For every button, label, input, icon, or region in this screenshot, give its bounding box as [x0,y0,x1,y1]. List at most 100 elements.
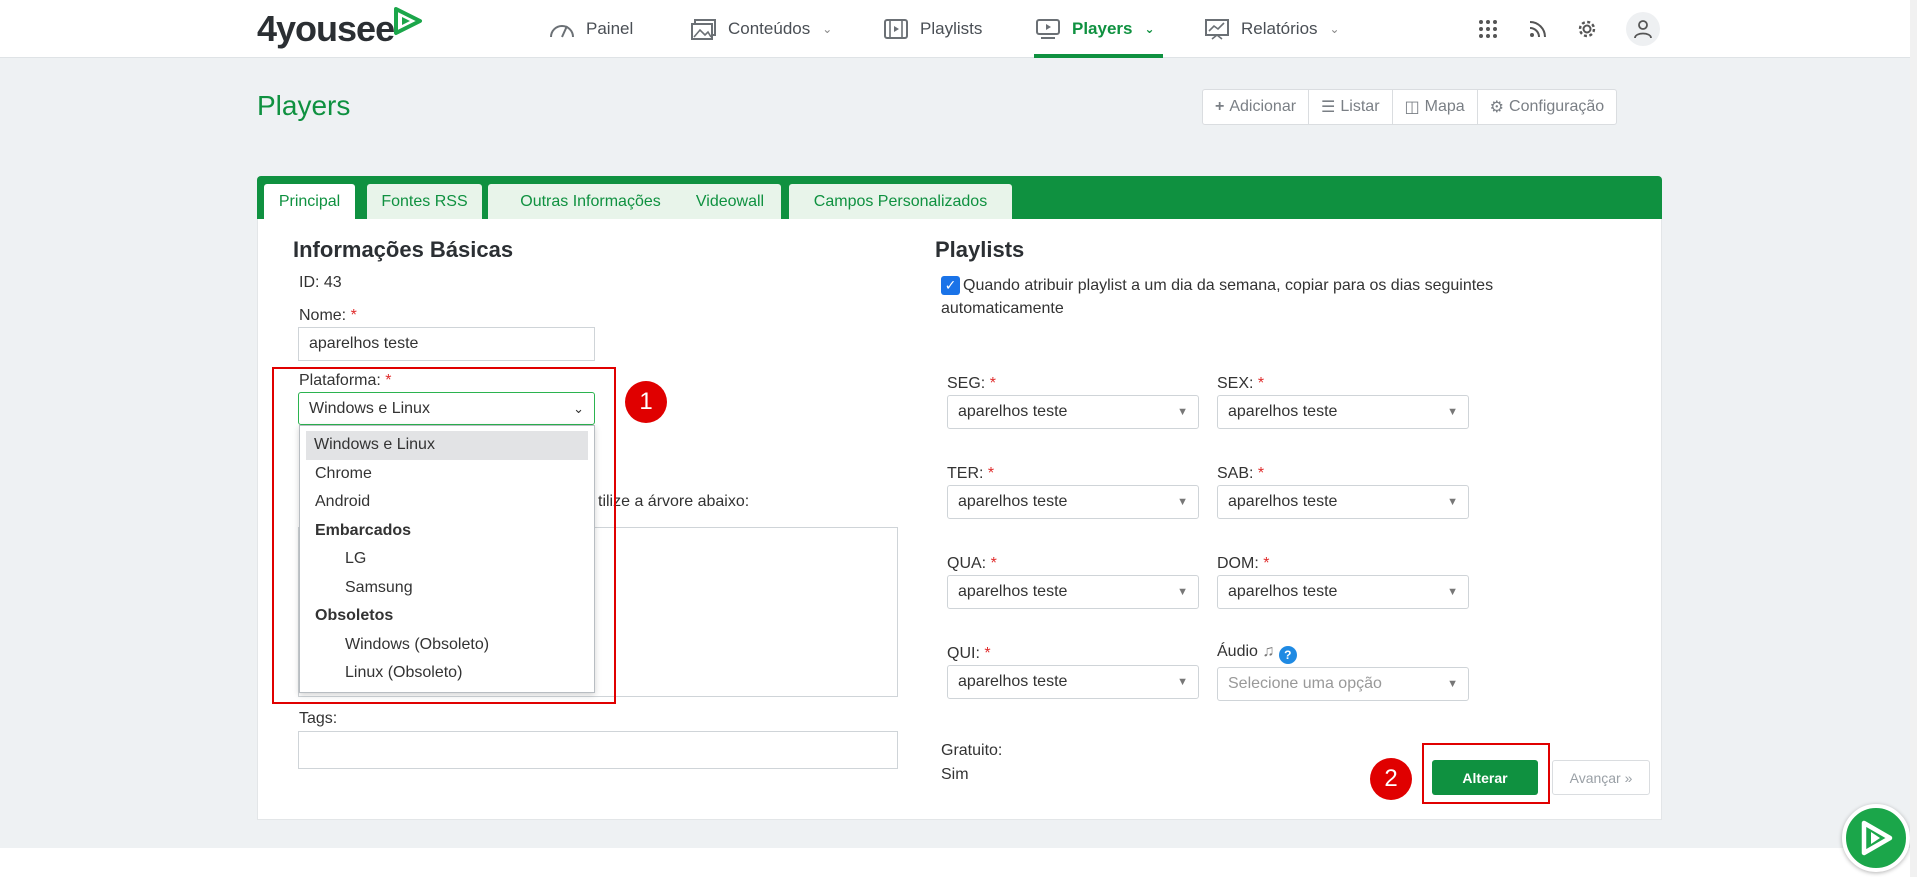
page-scrollbar[interactable] [1910,0,1917,877]
annotation-box-1 [272,367,616,704]
tags-input[interactable] [298,731,898,769]
caret-down-icon: ▼ [1447,586,1458,598]
playlist-select-qui-value: aparelhos teste [958,673,1068,690]
copy-days-checkbox[interactable]: ✓ [941,276,960,295]
tab-principal[interactable]: Principal [264,184,355,219]
annotation-badge-1: 1 [625,381,667,423]
tab-campos-personalizados[interactable]: Campos Personalizados [789,184,1012,219]
tags-label: Tags: [299,710,338,727]
required-mark: * [987,465,995,482]
tab-fontes-rss[interactable]: Fontes RSS [367,184,482,219]
tab-bar: Principal Fontes RSS Outras Informações … [257,176,1662,219]
rss-button[interactable] [1521,12,1555,46]
playlist-select-ter-value: aparelhos teste [958,493,1068,510]
list-icon: ☰ [1321,99,1336,116]
tab-videowall[interactable]: Videowall [679,184,781,219]
settings-button[interactable] [1570,12,1604,46]
required-mark: * [990,555,997,572]
free-value: Sim [941,766,969,783]
required-mark: * [1257,375,1265,392]
audio-label-text: Áudio [1217,643,1258,660]
day-label-dom: DOM: * [1217,555,1269,573]
nav-relatorios-label: Relatórios [1241,19,1318,38]
avancar-button[interactable]: Avançar » [1552,760,1650,795]
basic-info-heading: Informações Básicas [293,237,514,262]
chevron-down-icon: ⌄ [1144,22,1155,36]
day-label-dom-text: DOM: [1217,555,1259,572]
day-label-sab: SAB: * [1217,465,1264,483]
tree-hint: tilize a árvore abaixo: [598,493,750,510]
playlist-select-sex[interactable]: aparelhos teste ▼ [1217,395,1469,429]
caret-down-icon: ▼ [1177,496,1188,508]
caret-down-icon: ▼ [1447,406,1458,418]
day-label-sex-text: SEX: [1217,375,1254,392]
day-label-sab-text: SAB: [1217,465,1254,482]
tab-outras-informacoes[interactable]: Outras Informações [488,184,693,219]
apps-grid-button[interactable] [1471,12,1505,46]
brand-logo[interactable]: 4yousee [257,8,395,50]
annotation-box-2 [1422,743,1550,804]
list-button[interactable]: ☰ Listar [1309,90,1393,124]
images-icon [691,19,716,40]
player-id: ID: 43 [299,274,342,291]
config-button[interactable]: ⚙ Configuração [1478,90,1617,124]
add-button[interactable]: + Adicionar [1203,90,1310,124]
copy-days-label: Quando atribuir playlist a um dia da sem… [941,277,1494,317]
chevron-down-icon: ⌄ [822,22,833,36]
name-input[interactable]: aparelhos teste [298,327,595,361]
name-label-text: Nome: [299,307,347,324]
nav-playlists-label: Playlists [920,19,983,38]
report-icon [1205,19,1229,40]
nav-players[interactable]: Players ⌄ [1034,0,1163,58]
name-label: Nome: * [299,307,357,325]
user-icon [1634,20,1652,39]
player-icon [1036,19,1060,39]
playlists-heading: Playlists [935,237,1025,262]
required-mark: * [989,375,996,392]
caret-down-icon: ▼ [1177,676,1188,688]
day-label-sex: SEX: * [1217,375,1264,393]
day-label-ter-text: TER: [947,465,984,482]
playlist-select-qua[interactable]: aparelhos teste ▼ [947,575,1199,609]
playlist-select-ter[interactable]: aparelhos teste ▼ [947,485,1199,519]
rss-icon [1529,21,1546,38]
page-footer [0,848,1917,877]
gear-icon [1578,20,1596,38]
free-label: Gratuito: [941,742,1003,759]
play-logo-icon [394,7,422,35]
nav-relatorios[interactable]: Relatórios ⌄ [1203,0,1340,58]
day-label-seg: SEG: * [947,375,996,393]
audio-select[interactable]: Selecione uma opção ▼ [1217,667,1469,701]
playlist-select-sab[interactable]: aparelhos teste ▼ [1217,485,1469,519]
user-menu-button[interactable] [1626,12,1660,46]
gauge-icon [550,25,574,38]
caret-down-icon: ▼ [1177,406,1188,418]
playlist-icon [884,19,908,39]
playlist-select-seg-value: aparelhos teste [958,403,1068,420]
nav-conteudos[interactable]: Conteúdos ⌄ [690,0,832,58]
playlist-select-sex-value: aparelhos teste [1228,403,1338,420]
audio-select-placeholder: Selecione uma opção [1228,675,1382,692]
annotation-badge-2: 2 [1370,758,1412,800]
day-label-qua: QUA: * [947,555,997,573]
help-icon[interactable]: ? [1278,646,1297,664]
nav-playlists[interactable]: Playlists [882,0,982,58]
playlist-select-dom[interactable]: aparelhos teste ▼ [1217,575,1469,609]
day-label-qui: QUI: * [947,645,991,663]
page-title: Players [257,90,351,121]
playlist-select-dom-value: aparelhos teste [1228,583,1338,600]
playlist-select-seg[interactable]: aparelhos teste ▼ [947,395,1199,429]
floating-play-button[interactable] [1842,804,1910,872]
caret-down-icon: ▼ [1447,496,1458,508]
play-logo-icon [1861,820,1893,856]
playlist-select-qui[interactable]: aparelhos teste ▼ [947,665,1199,699]
map-button[interactable]: ◫ Mapa [1393,90,1478,124]
nav-painel[interactable]: Painel [548,0,633,58]
caret-down-icon: ▼ [1447,678,1458,690]
list-button-label: Listar [1340,98,1380,115]
audio-label: Áudio ♫ ? [1217,643,1297,664]
day-label-ter: TER: * [947,465,994,483]
add-button-label: Adicionar [1229,98,1297,115]
caret-down-icon: ▼ [1177,586,1188,598]
gear-icon: ⚙ [1489,99,1505,116]
